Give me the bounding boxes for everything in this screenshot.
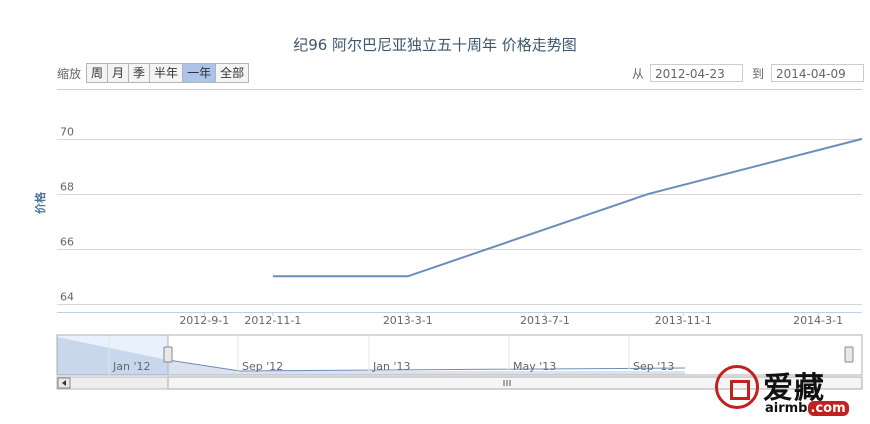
navigator-right-handle[interactable] <box>844 346 854 363</box>
x-tick-label: 2014-3-1 <box>793 314 843 327</box>
to-date-input[interactable]: 2014-04-09 <box>771 64 864 82</box>
range-button-year[interactable]: 一年 <box>182 63 217 83</box>
range-buttons: 周 月 季 半年 一年 全部 <box>86 63 250 83</box>
range-button-quarter[interactable]: 季 <box>128 63 151 83</box>
range-button-week[interactable]: 周 <box>86 63 109 83</box>
navigator-label: May '13 <box>513 360 556 373</box>
navigator-label: Sep '13 <box>633 360 674 373</box>
zoom-label: 缩放 <box>57 67 82 81</box>
x-tick-label: 2013-7-1 <box>520 314 570 327</box>
range-button-half-year[interactable]: 半年 <box>149 63 184 83</box>
range-button-month[interactable]: 月 <box>107 63 130 83</box>
y-tick-label: 66 <box>60 236 74 249</box>
x-tick-label: 2013-11-1 <box>655 314 712 327</box>
to-label: 到 <box>752 67 765 81</box>
price-series-line <box>272 137 863 278</box>
from-label: 从 <box>632 67 645 81</box>
navigator-label: Jan '12 <box>112 360 150 373</box>
x-tick-label: 2012-11-1 <box>244 314 301 327</box>
navigator-left-handle[interactable] <box>163 346 173 363</box>
coin-seal-icon <box>715 365 759 409</box>
x-tick-label: 2013-3-1 <box>383 314 433 327</box>
navigator-label: Sep '12 <box>242 360 283 373</box>
watermark-url: airmb .com <box>765 401 849 416</box>
y-tick-label: 68 <box>60 181 74 194</box>
y-tick-label: 64 <box>60 291 74 304</box>
navigator-label: Jan '13 <box>372 360 410 373</box>
from-date-input[interactable]: 2012-04-23 <box>650 64 743 82</box>
y-tick-label: 70 <box>60 126 74 139</box>
site-watermark: 爱藏 airmb .com <box>715 365 855 417</box>
range-button-all[interactable]: 全部 <box>215 63 250 83</box>
x-tick-label: 2012-9-1 <box>179 314 229 327</box>
chart-title: 纪96 阿尔巴尼亚独立五十周年 价格走势图 <box>293 36 577 54</box>
y-axis-title: 价格 <box>33 191 47 214</box>
